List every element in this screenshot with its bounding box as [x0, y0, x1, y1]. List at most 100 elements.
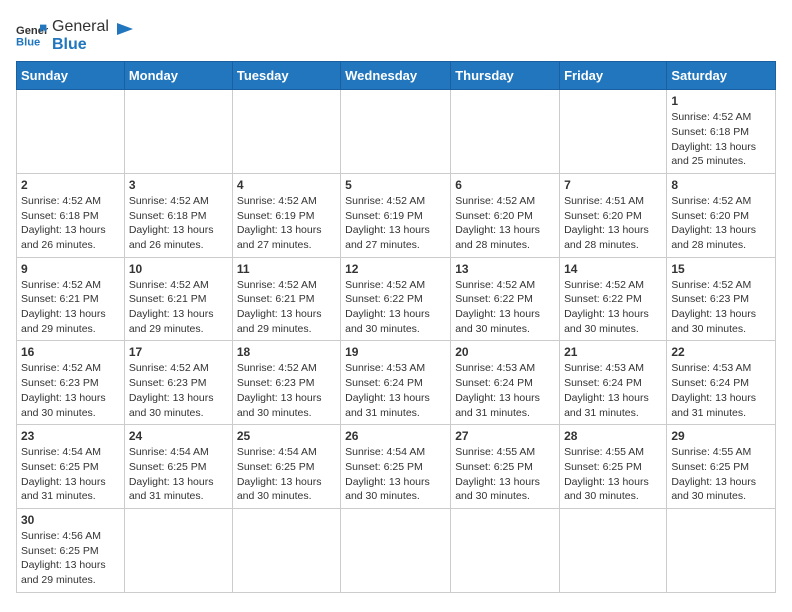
cell-day-number: 7	[564, 178, 662, 192]
cell-day-number: 26	[345, 429, 446, 443]
cell-info-text: Sunrise: 4:52 AMSunset: 6:23 PMDaylight:…	[129, 361, 228, 420]
calendar-cell	[341, 508, 451, 592]
cell-info-text: Sunrise: 4:52 AMSunset: 6:18 PMDaylight:…	[21, 194, 120, 253]
cell-info-text: Sunrise: 4:55 AMSunset: 6:25 PMDaylight:…	[455, 445, 555, 504]
cell-day-number: 4	[237, 178, 336, 192]
cell-info-text: Sunrise: 4:52 AMSunset: 6:19 PMDaylight:…	[237, 194, 336, 253]
cell-info-text: Sunrise: 4:55 AMSunset: 6:25 PMDaylight:…	[564, 445, 662, 504]
cell-info-text: Sunrise: 4:54 AMSunset: 6:25 PMDaylight:…	[129, 445, 228, 504]
calendar-cell: 3Sunrise: 4:52 AMSunset: 6:18 PMDaylight…	[124, 173, 232, 257]
calendar-cell: 15 Sunrise: 4:52 AMSunset: 6:23 PMDayligh…	[667, 257, 776, 341]
cell-day-number: 3	[129, 178, 228, 192]
calendar-cell	[560, 90, 667, 174]
calendar-cell: 9Sunrise: 4:52 AMSunset: 6:21 PMDaylight…	[17, 257, 125, 341]
calendar-cell: 12 Sunrise: 4:52 AMSunset: 6:22 PMDayligh…	[341, 257, 451, 341]
calendar-cell: 28 Sunrise: 4:55 AMSunset: 6:25 PMDayligh…	[560, 425, 667, 509]
cell-day-number: 24	[129, 429, 228, 443]
cell-day-number: 28	[564, 429, 662, 443]
cell-day-number: 17	[129, 345, 228, 359]
calendar-cell: 10 Sunrise: 4:52 AMSunset: 6:21 PMDayligh…	[124, 257, 232, 341]
cell-day-number: 20	[455, 345, 555, 359]
cell-info-text: Sunrise: 4:56 AMSunset: 6:25 PMDaylight:…	[21, 529, 120, 588]
calendar-cell	[667, 508, 776, 592]
cell-info-text: Sunrise: 4:52 AMSunset: 6:21 PMDaylight:…	[129, 278, 228, 337]
calendar-cell: 17 Sunrise: 4:52 AMSunset: 6:23 PMDayligh…	[124, 341, 232, 425]
cell-info-text: Sunrise: 4:55 AMSunset: 6:25 PMDaylight:…	[671, 445, 771, 504]
cell-info-text: Sunrise: 4:53 AMSunset: 6:24 PMDaylight:…	[455, 361, 555, 420]
cell-day-number: 14	[564, 262, 662, 276]
weekday-header: Sunday	[17, 62, 125, 90]
weekday-header: Thursday	[451, 62, 560, 90]
cell-day-number: 27	[455, 429, 555, 443]
cell-day-number: 9	[21, 262, 120, 276]
cell-day-number: 13	[455, 262, 555, 276]
cell-info-text: Sunrise: 4:52 AMSunset: 6:23 PMDaylight:…	[671, 278, 771, 337]
cell-day-number: 5	[345, 178, 446, 192]
calendar-table: SundayMondayTuesdayWednesdayThursdayFrid…	[16, 61, 776, 593]
calendar-cell: 23Sunrise: 4:54 AMSunset: 6:25 PMDayligh…	[17, 425, 125, 509]
calendar-cell	[232, 508, 340, 592]
logo-flag-icon	[113, 21, 137, 49]
header: General Blue General Blue	[16, 16, 776, 53]
cell-day-number: 16	[21, 345, 120, 359]
calendar-body: 1 Sunrise: 4:52 AMSunset: 6:18 PMDaylight…	[17, 90, 776, 593]
calendar-cell: 24 Sunrise: 4:54 AMSunset: 6:25 PMDayligh…	[124, 425, 232, 509]
calendar-cell	[451, 90, 560, 174]
cell-info-text: Sunrise: 4:52 AMSunset: 6:23 PMDaylight:…	[21, 361, 120, 420]
calendar-cell: 26 Sunrise: 4:54 AMSunset: 6:25 PMDayligh…	[341, 425, 451, 509]
calendar-cell	[341, 90, 451, 174]
calendar-cell: 30 Sunrise: 4:56 AMSunset: 6:25 PMDayligh…	[17, 508, 125, 592]
cell-day-number: 19	[345, 345, 446, 359]
calendar-cell: 22 Sunrise: 4:53 AMSunset: 6:24 PMDayligh…	[667, 341, 776, 425]
calendar-cell	[124, 508, 232, 592]
svg-text:Blue: Blue	[16, 36, 40, 48]
cell-day-number: 22	[671, 345, 771, 359]
cell-info-text: Sunrise: 4:51 AMSunset: 6:20 PMDaylight:…	[564, 194, 662, 253]
cell-day-number: 15	[671, 262, 771, 276]
calendar-cell: 6 Sunrise: 4:52 AMSunset: 6:20 PMDaylight…	[451, 173, 560, 257]
calendar-cell	[560, 508, 667, 592]
calendar-cell	[17, 90, 125, 174]
calendar-cell: 20 Sunrise: 4:53 AMSunset: 6:24 PMDayligh…	[451, 341, 560, 425]
logo-icon: General Blue	[16, 21, 48, 49]
logo-blue: Blue	[52, 36, 109, 54]
calendar-cell: 5 Sunrise: 4:52 AMSunset: 6:19 PMDaylight…	[341, 173, 451, 257]
cell-info-text: Sunrise: 4:53 AMSunset: 6:24 PMDaylight:…	[345, 361, 446, 420]
calendar-cell: 25 Sunrise: 4:54 AMSunset: 6:25 PMDayligh…	[232, 425, 340, 509]
calendar-cell: 16 Sunrise: 4:52 AMSunset: 6:23 PMDayligh…	[17, 341, 125, 425]
cell-info-text: Sunrise: 4:53 AMSunset: 6:24 PMDaylight:…	[564, 361, 662, 420]
cell-info-text: Sunrise: 4:52 AMSunset: 6:20 PMDaylight:…	[455, 194, 555, 253]
calendar-cell: 13Sunrise: 4:52 AMSunset: 6:22 PMDayligh…	[451, 257, 560, 341]
calendar-cell: 8Sunrise: 4:52 AMSunset: 6:20 PMDaylight…	[667, 173, 776, 257]
cell-day-number: 12	[345, 262, 446, 276]
cell-info-text: Sunrise: 4:52 AMSunset: 6:18 PMDaylight:…	[671, 110, 771, 169]
weekday-header: Tuesday	[232, 62, 340, 90]
calendar-cell: 2Sunrise: 4:52 AMSunset: 6:18 PMDaylight…	[17, 173, 125, 257]
calendar-cell: 14Sunrise: 4:52 AMSunset: 6:22 PMDayligh…	[560, 257, 667, 341]
cell-info-text: Sunrise: 4:52 AMSunset: 6:23 PMDaylight:…	[237, 361, 336, 420]
cell-day-number: 6	[455, 178, 555, 192]
cell-day-number: 30	[21, 513, 120, 527]
calendar-cell: 11Sunrise: 4:52 AMSunset: 6:21 PMDayligh…	[232, 257, 340, 341]
cell-info-text: Sunrise: 4:54 AMSunset: 6:25 PMDaylight:…	[345, 445, 446, 504]
cell-info-text: Sunrise: 4:52 AMSunset: 6:21 PMDaylight:…	[237, 278, 336, 337]
calendar-cell: 18 Sunrise: 4:52 AMSunset: 6:23 PMDayligh…	[232, 341, 340, 425]
cell-day-number: 18	[237, 345, 336, 359]
calendar-cell: 27 Sunrise: 4:55 AMSunset: 6:25 PMDayligh…	[451, 425, 560, 509]
cell-info-text: Sunrise: 4:54 AMSunset: 6:25 PMDaylight:…	[237, 445, 336, 504]
calendar-cell: 4 Sunrise: 4:52 AMSunset: 6:19 PMDaylight…	[232, 173, 340, 257]
cell-day-number: 8	[671, 178, 771, 192]
cell-info-text: Sunrise: 4:53 AMSunset: 6:24 PMDaylight:…	[671, 361, 771, 420]
cell-day-number: 10	[129, 262, 228, 276]
weekday-header: Saturday	[667, 62, 776, 90]
cell-info-text: Sunrise: 4:54 AMSunset: 6:25 PMDaylight:…	[21, 445, 120, 504]
weekday-header: Monday	[124, 62, 232, 90]
cell-day-number: 21	[564, 345, 662, 359]
cell-info-text: Sunrise: 4:52 AMSunset: 6:22 PMDaylight:…	[345, 278, 446, 337]
calendar-cell	[232, 90, 340, 174]
logo: General Blue General Blue	[16, 16, 137, 53]
cell-day-number: 1	[671, 94, 771, 108]
cell-day-number: 25	[237, 429, 336, 443]
cell-info-text: Sunrise: 4:52 AMSunset: 6:19 PMDaylight:…	[345, 194, 446, 253]
calendar-cell	[451, 508, 560, 592]
